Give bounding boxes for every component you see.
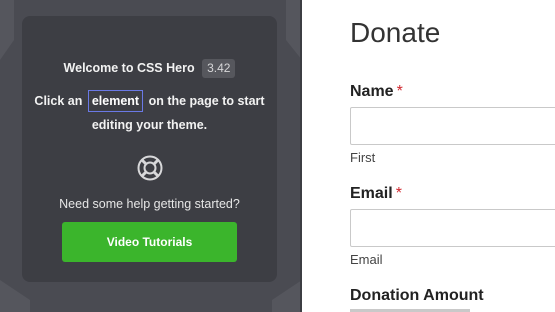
name-label-text: Name: [350, 83, 394, 100]
page-title: Donate: [350, 17, 441, 48]
version-badge: 3.42: [202, 59, 236, 78]
welcome-card: Welcome to CSS Hero 3.42 Click an elemen…: [22, 16, 277, 282]
sidebar-edge: [300, 0, 302, 312]
help-prompt: Need some help getting started?: [59, 197, 240, 211]
welcome-heading: Welcome to CSS Hero 3.42: [22, 59, 277, 78]
lifebuoy-icon: [137, 155, 163, 181]
first-name-sublabel: First: [350, 150, 376, 165]
instructions-text: Click an element on the page to start ed…: [34, 89, 265, 137]
welcome-title-text: Welcome to CSS Hero: [63, 61, 195, 75]
email-label-text: Email: [350, 185, 393, 202]
instruction-prefix: Click an: [34, 94, 83, 108]
donate-form: Donate Name * First Email * Email Donation…: [350, 0, 555, 312]
name-label: Name *: [350, 82, 403, 102]
donation-amount-label: Donation Amount: [350, 287, 484, 304]
required-marker: *: [395, 185, 402, 202]
email-label: Email *: [350, 184, 402, 204]
email-input[interactable]: [350, 209, 555, 247]
video-tutorials-button[interactable]: Video Tutorials: [62, 222, 237, 262]
css-hero-sidebar: Welcome to CSS Hero 3.42 Click an elemen…: [0, 0, 302, 312]
required-marker: *: [396, 83, 403, 100]
email-sublabel: Email: [350, 252, 383, 267]
element-chip: element: [87, 90, 144, 112]
first-name-input[interactable]: [350, 107, 555, 145]
